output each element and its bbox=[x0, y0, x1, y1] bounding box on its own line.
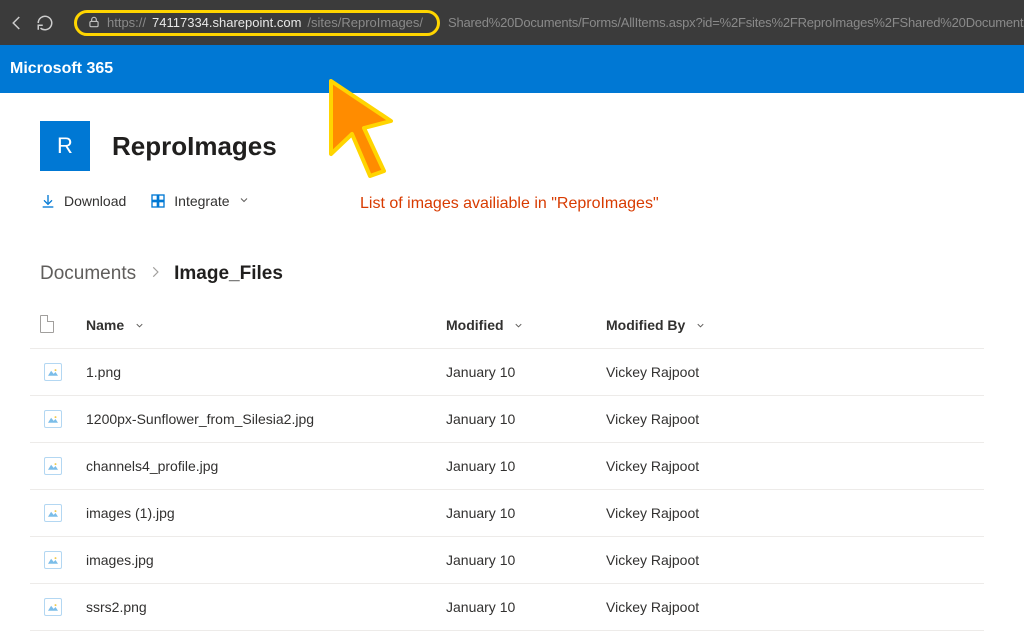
download-icon bbox=[40, 193, 56, 209]
image-file-icon bbox=[44, 551, 62, 569]
column-header-modified[interactable]: Modified bbox=[436, 303, 596, 349]
column-modified-label: Modified bbox=[446, 317, 504, 333]
table-row[interactable]: ssrs2.png January 10 Vickey Rajpoot bbox=[30, 584, 984, 631]
url-path: /sites/ReproImages/ bbox=[307, 15, 423, 30]
chevron-down-icon bbox=[695, 318, 706, 334]
file-name[interactable]: images (1).jpg bbox=[86, 505, 175, 521]
annotation-cursor-arrow-icon bbox=[326, 76, 426, 186]
column-header-name[interactable]: Name bbox=[76, 303, 436, 349]
download-button[interactable]: Download bbox=[40, 193, 126, 209]
column-name-label: Name bbox=[86, 317, 124, 333]
file-name[interactable]: images.jpg bbox=[86, 552, 154, 568]
file-modified: January 10 bbox=[446, 552, 515, 568]
site-header: R ReproImages bbox=[0, 93, 1024, 185]
suite-title[interactable]: Microsoft 365 bbox=[10, 60, 113, 78]
chevron-down-icon bbox=[134, 318, 145, 334]
download-label: Download bbox=[64, 193, 126, 209]
image-file-icon bbox=[44, 598, 62, 616]
chevron-right-icon bbox=[148, 263, 162, 285]
integrate-label: Integrate bbox=[174, 193, 229, 209]
file-modified-by[interactable]: Vickey Rajpoot bbox=[606, 458, 699, 474]
image-file-icon bbox=[44, 410, 62, 428]
url-prefix: https:// bbox=[107, 15, 146, 30]
file-modified: January 10 bbox=[446, 364, 515, 380]
file-modified: January 10 bbox=[446, 599, 515, 615]
breadcrumb-current: Image_Files bbox=[174, 263, 283, 285]
chevron-down-icon bbox=[513, 318, 524, 334]
table-row[interactable]: 1200px-Sunflower_from_Silesia2.jpg Januar… bbox=[30, 396, 984, 443]
breadcrumb: Documents Image_Files bbox=[0, 225, 1024, 303]
image-file-icon bbox=[44, 363, 62, 381]
column-header-modified-by[interactable]: Modified By bbox=[596, 303, 984, 349]
table-row[interactable]: images.jpg January 10 Vickey Rajpoot bbox=[30, 537, 984, 584]
column-header-row: Name Modified Modified By bbox=[30, 303, 984, 349]
image-file-icon bbox=[44, 504, 62, 522]
breadcrumb-root[interactable]: Documents bbox=[40, 263, 136, 285]
file-name[interactable]: ssrs2.png bbox=[86, 599, 147, 615]
file-modified: January 10 bbox=[446, 458, 515, 474]
url-highlight-ring: https:// 74117334.sharepoint.com/sites/Re… bbox=[74, 10, 440, 36]
file-modified-by[interactable]: Vickey Rajpoot bbox=[606, 364, 699, 380]
integrate-button[interactable]: Integrate bbox=[150, 193, 249, 209]
address-bar[interactable]: https:// 74117334.sharepoint.com/sites/Re… bbox=[64, 7, 1024, 39]
file-modified-by[interactable]: Vickey Rajpoot bbox=[606, 411, 699, 427]
table-row[interactable]: images (1).jpg January 10 Vickey Rajpoot bbox=[30, 490, 984, 537]
table-row[interactable]: 1.png January 10 Vickey Rajpoot bbox=[30, 349, 984, 396]
file-modified: January 10 bbox=[446, 411, 515, 427]
site-title[interactable]: ReproImages bbox=[112, 131, 277, 162]
image-file-icon bbox=[44, 457, 62, 475]
suite-bar: Microsoft 365 bbox=[0, 45, 1024, 93]
file-list: Name Modified Modified By 1.png January 1… bbox=[30, 303, 984, 631]
annotation-text: List of images availiable in "ReproImage… bbox=[360, 195, 659, 213]
table-row[interactable]: channels4_profile.jpg January 10 Vickey Ra… bbox=[30, 443, 984, 490]
chevron-down-icon bbox=[238, 193, 250, 209]
file-name[interactable]: channels4_profile.jpg bbox=[86, 458, 218, 474]
site-logo[interactable]: R bbox=[40, 121, 90, 171]
document-icon bbox=[40, 315, 54, 333]
column-header-type[interactable] bbox=[30, 303, 76, 349]
lock-icon bbox=[87, 15, 101, 29]
url-rest: Shared%20Documents/Forms/AllItems.aspx?i… bbox=[448, 15, 1024, 30]
file-modified-by[interactable]: Vickey Rajpoot bbox=[606, 505, 699, 521]
file-modified-by[interactable]: Vickey Rajpoot bbox=[606, 599, 699, 615]
url-host: 74117334.sharepoint.com bbox=[152, 15, 301, 30]
file-modified-by[interactable]: Vickey Rajpoot bbox=[606, 552, 699, 568]
file-modified: January 10 bbox=[446, 505, 515, 521]
column-modifiedby-label: Modified By bbox=[606, 317, 685, 333]
browser-toolbar: https:// 74117334.sharepoint.com/sites/Re… bbox=[0, 0, 1024, 45]
integrate-icon bbox=[150, 193, 166, 209]
file-name[interactable]: 1.png bbox=[86, 364, 121, 380]
file-name[interactable]: 1200px-Sunflower_from_Silesia2.jpg bbox=[86, 411, 314, 427]
back-button[interactable] bbox=[8, 14, 26, 32]
refresh-button[interactable] bbox=[36, 14, 54, 32]
